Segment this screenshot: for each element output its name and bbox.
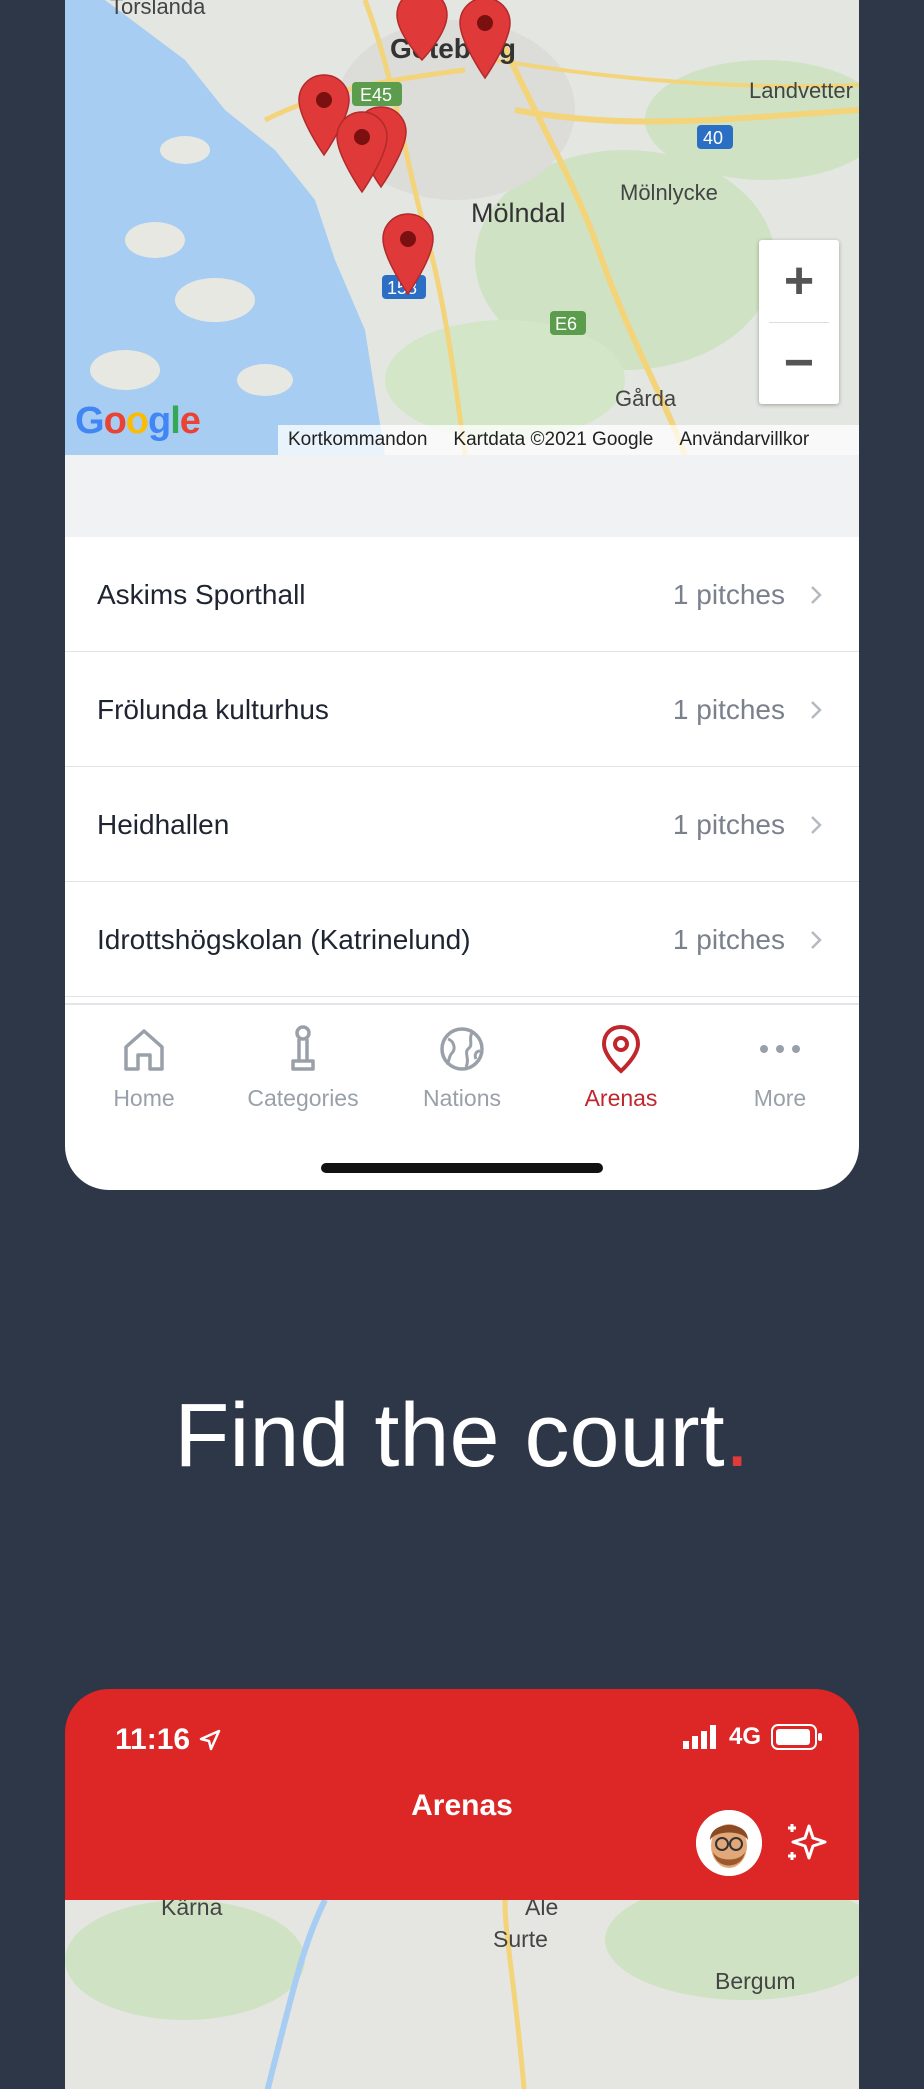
arena-name: Idrottshögskolan (Katrinelund)	[97, 924, 471, 955]
more-icon	[760, 1045, 800, 1053]
map-data-credit: Kartdata ©2021 Google	[453, 429, 654, 450]
zoom-controls: + −	[759, 240, 839, 404]
arena-row[interactable]: Frölunda kulturhus 1 pitches	[65, 652, 859, 767]
signal-icon	[682, 1725, 716, 1749]
tab-bar: Home Categories Nations Arenas More	[65, 1003, 859, 1125]
status-indicators: 4G	[682, 1723, 823, 1751]
location-arrow-icon	[200, 1729, 221, 1751]
chevron-right-icon	[811, 931, 822, 949]
zoom-in-button[interactable]: +	[759, 240, 839, 322]
map-graphic: E45 40 E6 158 Torslanda Göteborg Landvet…	[65, 0, 859, 455]
arena-name: Heidhallen	[97, 809, 230, 840]
arena-row[interactable]: Heidhallen 1 pitches	[65, 767, 859, 882]
tab-label: Home	[113, 1085, 175, 1111]
tab-label: Categories	[247, 1085, 359, 1111]
list-header-spacer	[65, 455, 859, 537]
place-label-torslanda: Torslanda	[110, 0, 206, 19]
arena-row[interactable]: Askims Sporthall 1 pitches	[65, 537, 859, 652]
clock: 11:16	[115, 1723, 191, 1756]
promo-headline: Find the court.	[0, 1385, 924, 1488]
home-indicator[interactable]	[321, 1163, 603, 1173]
tab-label: Arenas	[584, 1085, 658, 1111]
pitch-count: 1 pitches	[672, 924, 785, 955]
tab-categories[interactable]: Categories	[224, 1005, 382, 1125]
tab-label: More	[753, 1085, 807, 1111]
chevron-right-icon	[811, 586, 822, 604]
status-time: 11:16	[115, 1723, 222, 1757]
pitch-count: 1 pitches	[672, 809, 785, 840]
place-label-molnlycke: Mölnlycke	[620, 180, 718, 205]
keyboard-shortcuts-link[interactable]: Kortkommandon	[288, 429, 427, 451]
avatar-image	[696, 1810, 762, 1876]
home-icon	[124, 1029, 164, 1071]
headline-text: Find the court	[174, 1386, 725, 1486]
tab-arenas[interactable]: Arenas	[542, 1005, 700, 1125]
sparkle-icon[interactable]	[783, 1820, 827, 1866]
chevron-right-icon	[811, 701, 822, 719]
place-label-landvetter: Landvetter	[749, 78, 853, 103]
terms-link[interactable]: Användarvillkor	[679, 429, 809, 451]
arena-name: Askims Sporthall	[97, 579, 306, 610]
tab-nations[interactable]: Nations	[383, 1005, 541, 1125]
map-label: Bergum	[715, 1968, 796, 1994]
place-label-molndal: Mölndal	[471, 198, 566, 228]
google-logo: Google	[75, 400, 201, 442]
arena-name: Frölunda kulturhus	[97, 694, 329, 725]
map-label: Ale	[525, 1900, 559, 1920]
phone-screen-bottom: 11:16 4G Arenas Kärna Ale Surte Bergum	[65, 1689, 859, 2089]
arena-list: Askims Sporthall 1 pitches Frölunda kult…	[65, 537, 859, 997]
tab-more[interactable]: More	[701, 1005, 859, 1125]
pitch-count: 1 pitches	[672, 579, 785, 610]
map-label: Kärna	[161, 1900, 223, 1920]
map-label: Surte	[493, 1926, 548, 1952]
battery-icon	[771, 1724, 822, 1750]
arena-row[interactable]: Idrottshögskolan (Katrinelund) 1 pitches	[65, 882, 859, 997]
trophy-icon	[291, 1025, 315, 1071]
headline-dot: .	[724, 1386, 750, 1486]
pitch-count: 1 pitches	[672, 694, 785, 725]
globe-icon	[440, 1027, 484, 1071]
location-pin-icon	[601, 1024, 641, 1074]
arena-map-preview[interactable]: Kärna Ale Surte Bergum	[65, 1900, 859, 2089]
user-avatar[interactable]	[696, 1810, 762, 1876]
road-badge-40: 40	[703, 128, 723, 148]
tab-label: Nations	[423, 1085, 501, 1111]
place-label-garda: Gårda	[615, 386, 677, 411]
zoom-out-button[interactable]: −	[759, 322, 839, 404]
road-badge-e45: E45	[360, 85, 392, 105]
chevron-right-icon	[811, 816, 822, 834]
network-type: 4G	[728, 1723, 761, 1750]
arena-map[interactable]: E45 40 E6 158 Torslanda Göteborg Landvet…	[65, 0, 859, 455]
tab-home[interactable]: Home	[65, 1005, 223, 1125]
phone-screen-top: E45 40 E6 158 Torslanda Göteborg Landvet…	[65, 0, 859, 1190]
map-attribution: Kortkommandon Kartdata ©2021 Google Anvä…	[278, 425, 859, 455]
road-badge-e6: E6	[555, 314, 577, 334]
